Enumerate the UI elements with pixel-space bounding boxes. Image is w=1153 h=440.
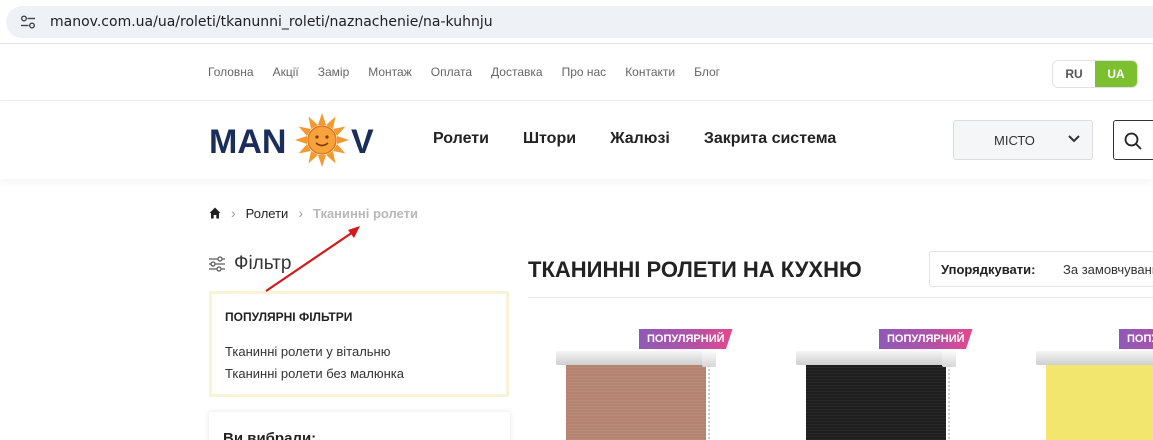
popular-badge: ПОПУЛЯРНИЙ bbox=[1119, 329, 1153, 349]
main-menu: Ролети Штори Жалюзі Закрита система bbox=[433, 130, 870, 148]
menu-closed-system[interactable]: Закрита система bbox=[704, 130, 836, 148]
divider bbox=[528, 297, 1153, 298]
menu-curtains[interactable]: Штори bbox=[523, 130, 576, 148]
breadcrumb-roller-blinds[interactable]: Ролети bbox=[246, 206, 289, 221]
search-button[interactable] bbox=[1113, 120, 1153, 160]
breadcrumb-chevron-icon: › bbox=[231, 205, 236, 221]
popular-filters-heading: ПОПУЛЯРНІ ФІЛЬТРИ bbox=[225, 310, 353, 324]
breadcrumb: › Ролети › Тканинні ролети bbox=[209, 205, 418, 221]
page-title: ТКАНИННІ РОЛЕТИ НА КУХНЮ bbox=[528, 257, 862, 282]
top-link-measurement[interactable]: Замір bbox=[318, 65, 350, 79]
product-image-black-fabric bbox=[806, 365, 946, 440]
manov-logo[interactable]: MAN V bbox=[209, 113, 381, 169]
top-link-home[interactable]: Головна bbox=[208, 65, 254, 79]
product-card[interactable]: ПОПУЛЯРНИЙ bbox=[1032, 327, 1153, 440]
top-link-about[interactable]: Про нас bbox=[562, 65, 607, 79]
product-image-brown-fabric bbox=[566, 365, 706, 440]
breadcrumb-chevron-icon: › bbox=[298, 205, 303, 221]
breadcrumb-fabric-roller-blinds: Тканинні ролети bbox=[313, 205, 419, 221]
chevron-down-icon bbox=[1068, 135, 1080, 143]
logo-text-man: MAN bbox=[209, 123, 286, 161]
logo-text-v: V bbox=[351, 123, 374, 161]
chosen-filters-heading: Ви вибрали: bbox=[223, 430, 317, 440]
top-link-payment[interactable]: Оплата bbox=[431, 65, 472, 79]
top-link-promotions[interactable]: Акції bbox=[273, 65, 299, 79]
chosen-filters-box: Ви вибрали: bbox=[209, 412, 510, 440]
filter-sliders-icon bbox=[209, 256, 225, 272]
city-select[interactable]: МІСТО bbox=[953, 120, 1093, 160]
product-image-yellow-fabric bbox=[1046, 365, 1153, 440]
menu-roller-blinds[interactable]: Ролети bbox=[433, 130, 489, 148]
sort-label: Упорядкувати: bbox=[941, 262, 1036, 277]
main-header: MAN V Ролети Штори Жалюзі Закрита систем… bbox=[0, 101, 1153, 179]
popular-filter-link[interactable]: Тканинні ролети у вітальню bbox=[225, 344, 391, 359]
top-links: Головна Акції Замір Монтаж Оплата Достав… bbox=[208, 65, 739, 79]
roller-tube bbox=[796, 351, 956, 365]
popular-badge: ПОПУЛЯРНИЙ bbox=[879, 329, 973, 349]
annotation-arrow bbox=[265, 226, 360, 292]
product-card[interactable]: ПОПУЛЯРНИЙ bbox=[792, 327, 1032, 440]
city-select-label: МІСТО bbox=[994, 132, 1035, 148]
lang-ua-button[interactable]: UA bbox=[1095, 61, 1137, 87]
url-text[interactable]: manov.com.ua/ua/roleti/tkanunni_roleti/n… bbox=[50, 14, 493, 30]
roller-chain bbox=[708, 365, 710, 440]
roller-chain bbox=[948, 365, 950, 440]
top-link-contacts[interactable]: Контакти bbox=[625, 65, 675, 79]
product-card[interactable]: ПОПУЛЯРНИЙ bbox=[552, 327, 792, 440]
roller-tube bbox=[1036, 351, 1153, 365]
top-navigation: Головна Акції Замір Монтаж Оплата Достав… bbox=[0, 44, 1153, 101]
sort-value: За замовчуванням bbox=[1063, 262, 1153, 277]
lang-ru-button[interactable]: RU bbox=[1053, 61, 1095, 87]
menu-jalousie[interactable]: Жалюзі bbox=[610, 130, 670, 148]
site-settings-icon[interactable] bbox=[20, 15, 36, 29]
roller-tube bbox=[556, 351, 716, 365]
language-switch: RU UA bbox=[1052, 60, 1138, 88]
search-icon bbox=[1124, 132, 1142, 150]
top-link-blog[interactable]: Блог bbox=[694, 65, 720, 79]
popular-filter-link[interactable]: Тканинні ролети без малюнка bbox=[225, 366, 404, 381]
top-link-delivery[interactable]: Доставка bbox=[491, 65, 543, 79]
sun-icon bbox=[295, 113, 349, 167]
popular-filters-box: ПОПУЛЯРНІ ФІЛЬТРИ Тканинні ролети у віта… bbox=[209, 291, 509, 397]
popular-badge: ПОПУЛЯРНИЙ bbox=[639, 329, 733, 349]
browser-address-bar: manov.com.ua/ua/roleti/tkanunni_roleti/n… bbox=[0, 0, 1153, 44]
url-field[interactable]: manov.com.ua/ua/roleti/tkanunni_roleti/n… bbox=[6, 6, 1153, 38]
top-link-installation[interactable]: Монтаж bbox=[368, 65, 412, 79]
home-icon[interactable] bbox=[209, 207, 221, 219]
sort-select[interactable]: Упорядкувати: За замовчуванням bbox=[929, 251, 1153, 287]
